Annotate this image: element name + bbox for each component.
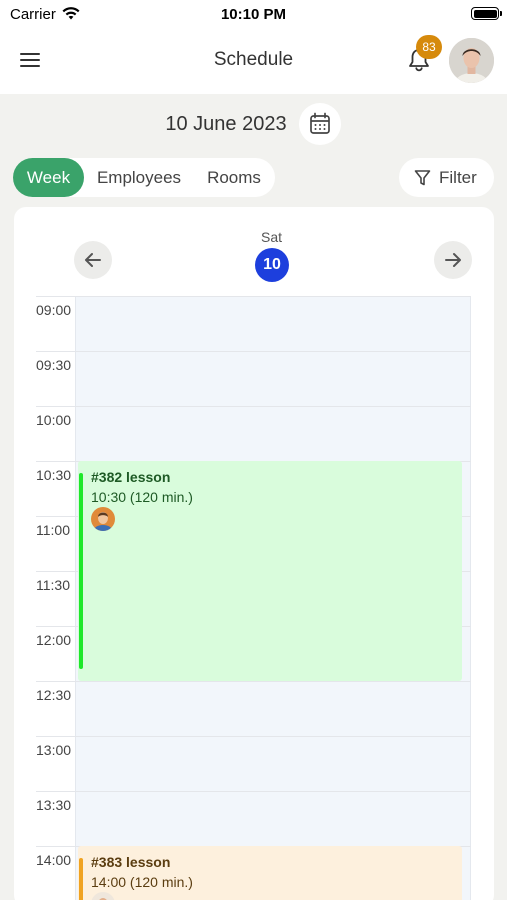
status-bar: Carrier 10:10 PM (0, 0, 507, 30)
event-time: 14:00 (120 min.) (91, 874, 193, 890)
notification-badge[interactable]: 83 (416, 35, 442, 59)
event-383[interactable]: #383 lesson 14:00 (120 min.) (78, 846, 462, 900)
event-title: #383 lesson (91, 854, 171, 870)
event-employee-avatar[interactable] (91, 892, 115, 900)
time-gridline (36, 351, 471, 352)
time-slot-label: 09:00 (36, 302, 72, 318)
calendar-icon (310, 112, 330, 134)
day-number[interactable]: 10 (255, 248, 289, 282)
time-slot-label: 14:00 (36, 852, 72, 868)
time-gridline (36, 406, 471, 407)
calendar-picker-button[interactable] (299, 103, 341, 145)
user-avatar[interactable] (449, 38, 494, 83)
arrow-right-icon (445, 253, 461, 267)
event-accent-bar (79, 473, 83, 669)
time-gridline (36, 681, 471, 682)
time-slot-label: 13:00 (36, 742, 72, 758)
funnel-icon (414, 170, 431, 186)
event-382[interactable]: #382 lesson 10:30 (120 min.) (78, 461, 462, 681)
prev-day-button[interactable] (74, 241, 112, 279)
arrow-left-icon (85, 253, 101, 267)
tab-rooms[interactable]: Rooms (198, 158, 270, 197)
event-accent-bar (79, 858, 83, 900)
time-slot-label: 11:00 (36, 522, 70, 538)
time-gridline (36, 296, 471, 297)
event-title: #382 lesson (91, 469, 171, 485)
event-employee-avatar[interactable] (91, 507, 115, 531)
selected-date: 10 June 2023 (165, 113, 287, 135)
time-slot-label: 12:00 (36, 632, 72, 648)
time-slot-label: 09:30 (36, 357, 72, 373)
event-time: 10:30 (120 min.) (91, 489, 193, 505)
time-slot-label: 13:30 (36, 797, 72, 813)
filter-button[interactable]: Filter (399, 158, 494, 197)
time-slot-label: 11:30 (36, 577, 70, 593)
filter-label: Filter (439, 168, 477, 187)
clock: 10:10 PM (220, 6, 287, 23)
tab-employees[interactable]: Employees (90, 158, 188, 197)
day-name: Sat (260, 229, 282, 245)
tab-week[interactable]: Week (13, 158, 84, 197)
time-gridline (36, 791, 471, 792)
time-gridline (36, 736, 471, 737)
time-slot-label: 10:00 (36, 412, 72, 428)
app-header: Schedule 83 (0, 30, 507, 94)
time-slot-label: 10:30 (36, 467, 72, 483)
battery-icon (471, 7, 502, 20)
view-tabs: Week Employees Rooms (13, 158, 275, 197)
time-slot-label: 12:30 (36, 687, 72, 703)
next-day-button[interactable] (434, 241, 472, 279)
